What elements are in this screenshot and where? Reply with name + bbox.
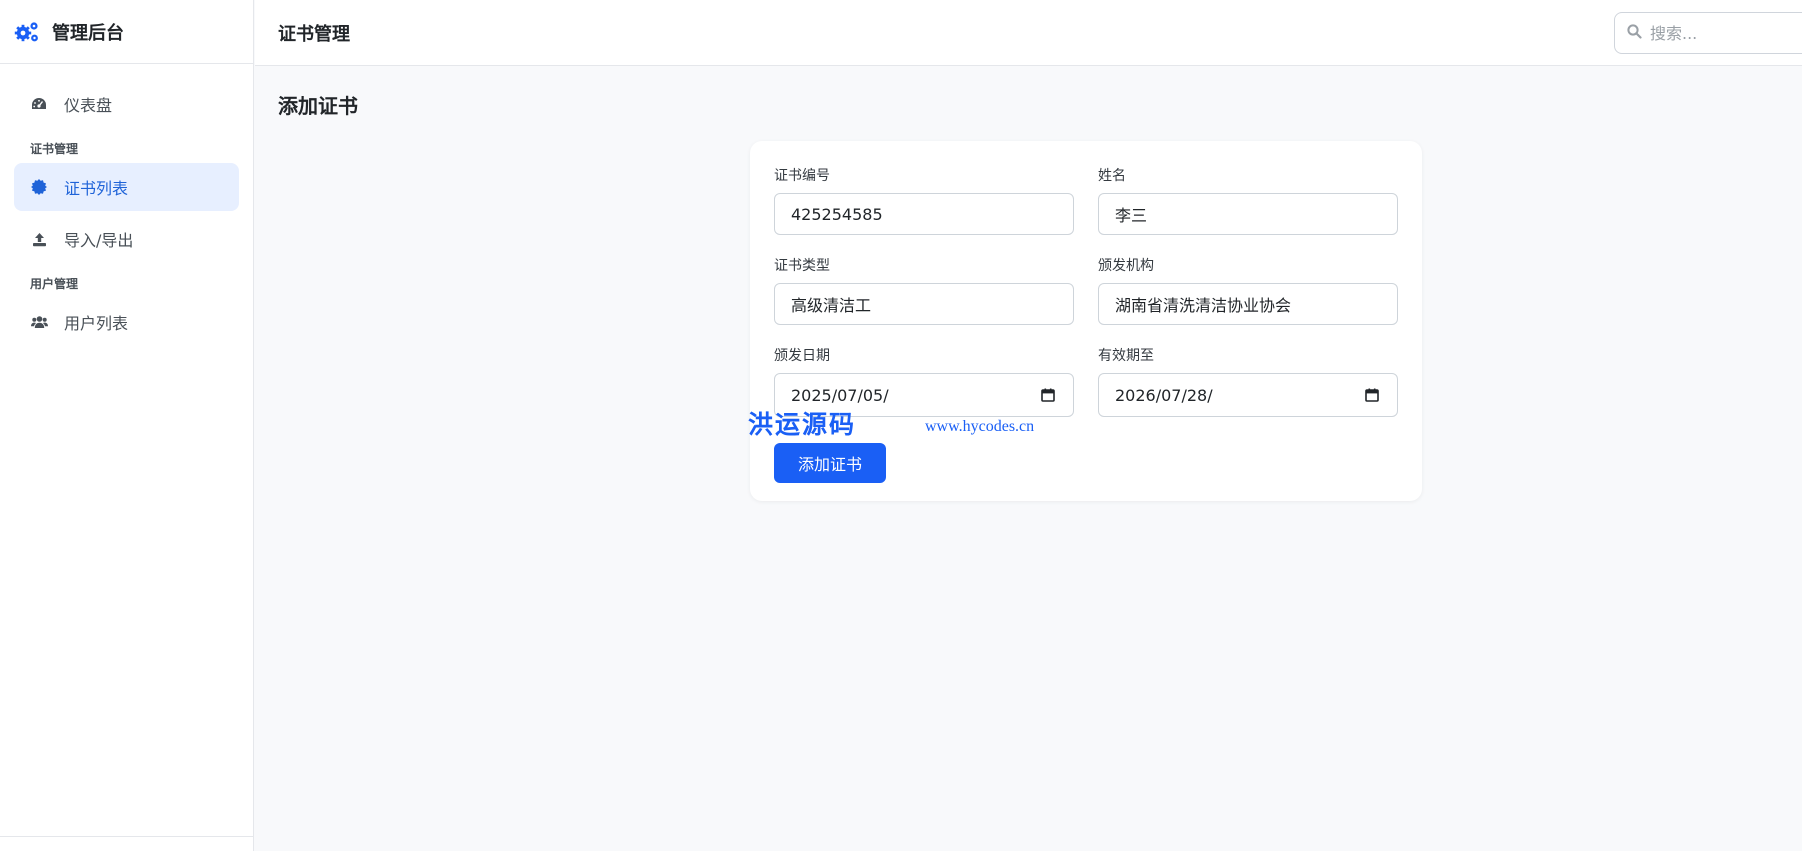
tachometer-icon bbox=[30, 95, 48, 113]
calendar-icon[interactable] bbox=[1041, 387, 1057, 403]
cert-type-label: 证书类型 bbox=[774, 258, 830, 274]
search-icon bbox=[1627, 23, 1642, 43]
topbar: 证书管理 bbox=[255, 0, 1802, 66]
cert-no-field: 证书编号 425254585 bbox=[774, 165, 1074, 235]
issuer-value: 湖南省清洗清洁协业协会 bbox=[1115, 296, 1292, 315]
page-title: 添加证书 bbox=[278, 94, 358, 118]
nav-section-cert: 证书管理 bbox=[30, 142, 79, 156]
add-certificate-button[interactable]: 添加证书 bbox=[774, 443, 886, 483]
sidebar: 管理后台 仪表盘 证书管理 证书列表 导入/导出 用户管理 用户列表 bbox=[0, 0, 254, 851]
watermark-url: www.hycodes.cn bbox=[925, 418, 1035, 435]
add-certificate-form: 证书编号 425254585 姓名 李三 证书类型 高级清洁工 颁发机构 湖南省… bbox=[750, 141, 1422, 501]
name-label: 姓名 bbox=[1098, 168, 1126, 184]
brand[interactable]: 管理后台 bbox=[0, 0, 253, 64]
certificate-icon bbox=[30, 178, 48, 196]
sidebar-item-cert-list[interactable]: 证书列表 bbox=[14, 163, 239, 211]
cert-no-label: 证书编号 bbox=[774, 168, 830, 184]
cert-type-field: 证书类型 高级清洁工 bbox=[774, 255, 1074, 325]
issuer-label: 颁发机构 bbox=[1098, 258, 1154, 274]
expire-date-input[interactable]: 2026/07/28/ bbox=[1098, 373, 1398, 417]
name-input[interactable]: 李三 bbox=[1098, 193, 1398, 235]
watermark-text: 洪运源码 bbox=[748, 410, 857, 439]
sidebar-nav: 仪表盘 证书管理 证书列表 导入/导出 用户管理 用户列表 bbox=[0, 64, 253, 346]
sidebar-item-import-export[interactable]: 导入/导出 bbox=[14, 215, 239, 263]
issue-date-label: 颁发日期 bbox=[774, 348, 830, 364]
nav-section-user: 用户管理 bbox=[30, 277, 79, 291]
expire-date-field: 有效期至 2026/07/28/ bbox=[1098, 345, 1398, 417]
page-header-title: 证书管理 bbox=[278, 23, 350, 45]
calendar-icon[interactable] bbox=[1365, 387, 1381, 403]
cert-no-input[interactable]: 425254585 bbox=[774, 193, 1074, 235]
search-box[interactable] bbox=[1614, 12, 1802, 54]
cert-type-input[interactable]: 高级清洁工 bbox=[774, 283, 1074, 325]
issuer-field: 颁发机构 湖南省清洗清洁协业协会 bbox=[1098, 255, 1398, 325]
main-content: 添加证书 证书编号 425254585 姓名 李三 证书类型 高级清洁工 颁发机… bbox=[255, 66, 1802, 851]
sidebar-item-label: 用户列表 bbox=[64, 314, 129, 333]
expire-date-label: 有效期至 bbox=[1098, 348, 1154, 364]
issuer-input[interactable]: 湖南省清洗清洁协业协会 bbox=[1098, 283, 1398, 325]
sidebar-item-dashboard[interactable]: 仪表盘 bbox=[14, 80, 239, 128]
sidebar-item-label: 仪表盘 bbox=[64, 96, 113, 115]
sidebar-item-label: 导入/导出 bbox=[64, 231, 134, 250]
issue-date-value: 2025/07/05/ bbox=[791, 385, 889, 405]
cert-no-value: 425254585 bbox=[791, 204, 883, 224]
search-input[interactable] bbox=[1650, 23, 1800, 43]
expire-date-value: 2026/07/28/ bbox=[1115, 385, 1213, 405]
name-value: 李三 bbox=[1115, 206, 1148, 225]
name-field: 姓名 李三 bbox=[1098, 165, 1398, 235]
sidebar-divider bbox=[0, 836, 254, 837]
sidebar-item-label: 证书列表 bbox=[64, 179, 129, 198]
cert-type-value: 高级清洁工 bbox=[791, 296, 872, 315]
users-icon bbox=[30, 313, 48, 331]
sidebar-item-user-list[interactable]: 用户列表 bbox=[14, 298, 239, 346]
gears-icon bbox=[14, 19, 40, 45]
brand-title: 管理后台 bbox=[52, 22, 124, 44]
upload-icon bbox=[30, 230, 48, 248]
